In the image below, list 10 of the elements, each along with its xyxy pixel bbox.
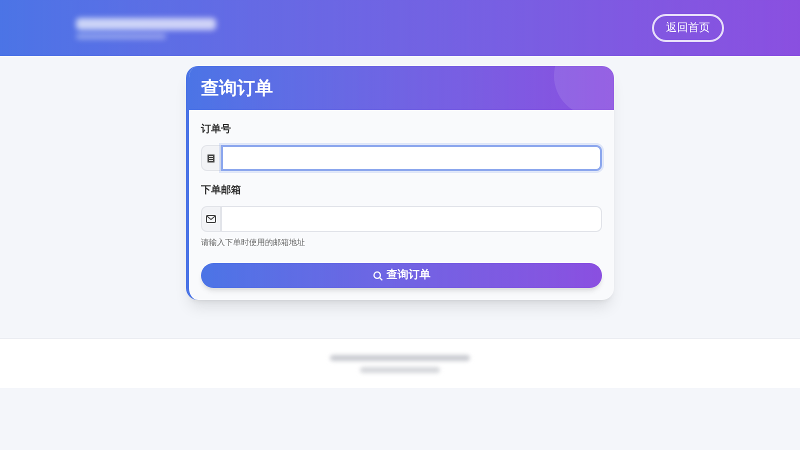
home-button[interactable]: 返回首页 <box>652 14 724 42</box>
field-label: 订单号 <box>201 122 232 137</box>
search-button[interactable]: 查询订单 <box>201 263 602 288</box>
document-icon <box>207 154 215 162</box>
field-hint: 请输入下单时使用的邮箱地址 <box>201 237 306 249</box>
search-icon <box>372 270 382 280</box>
field-label: 下单邮箱 <box>201 184 242 198</box>
mail-icon <box>206 215 216 223</box>
card-title: 查询订单 <box>201 76 273 100</box>
input-field[interactable] <box>221 145 602 171</box>
